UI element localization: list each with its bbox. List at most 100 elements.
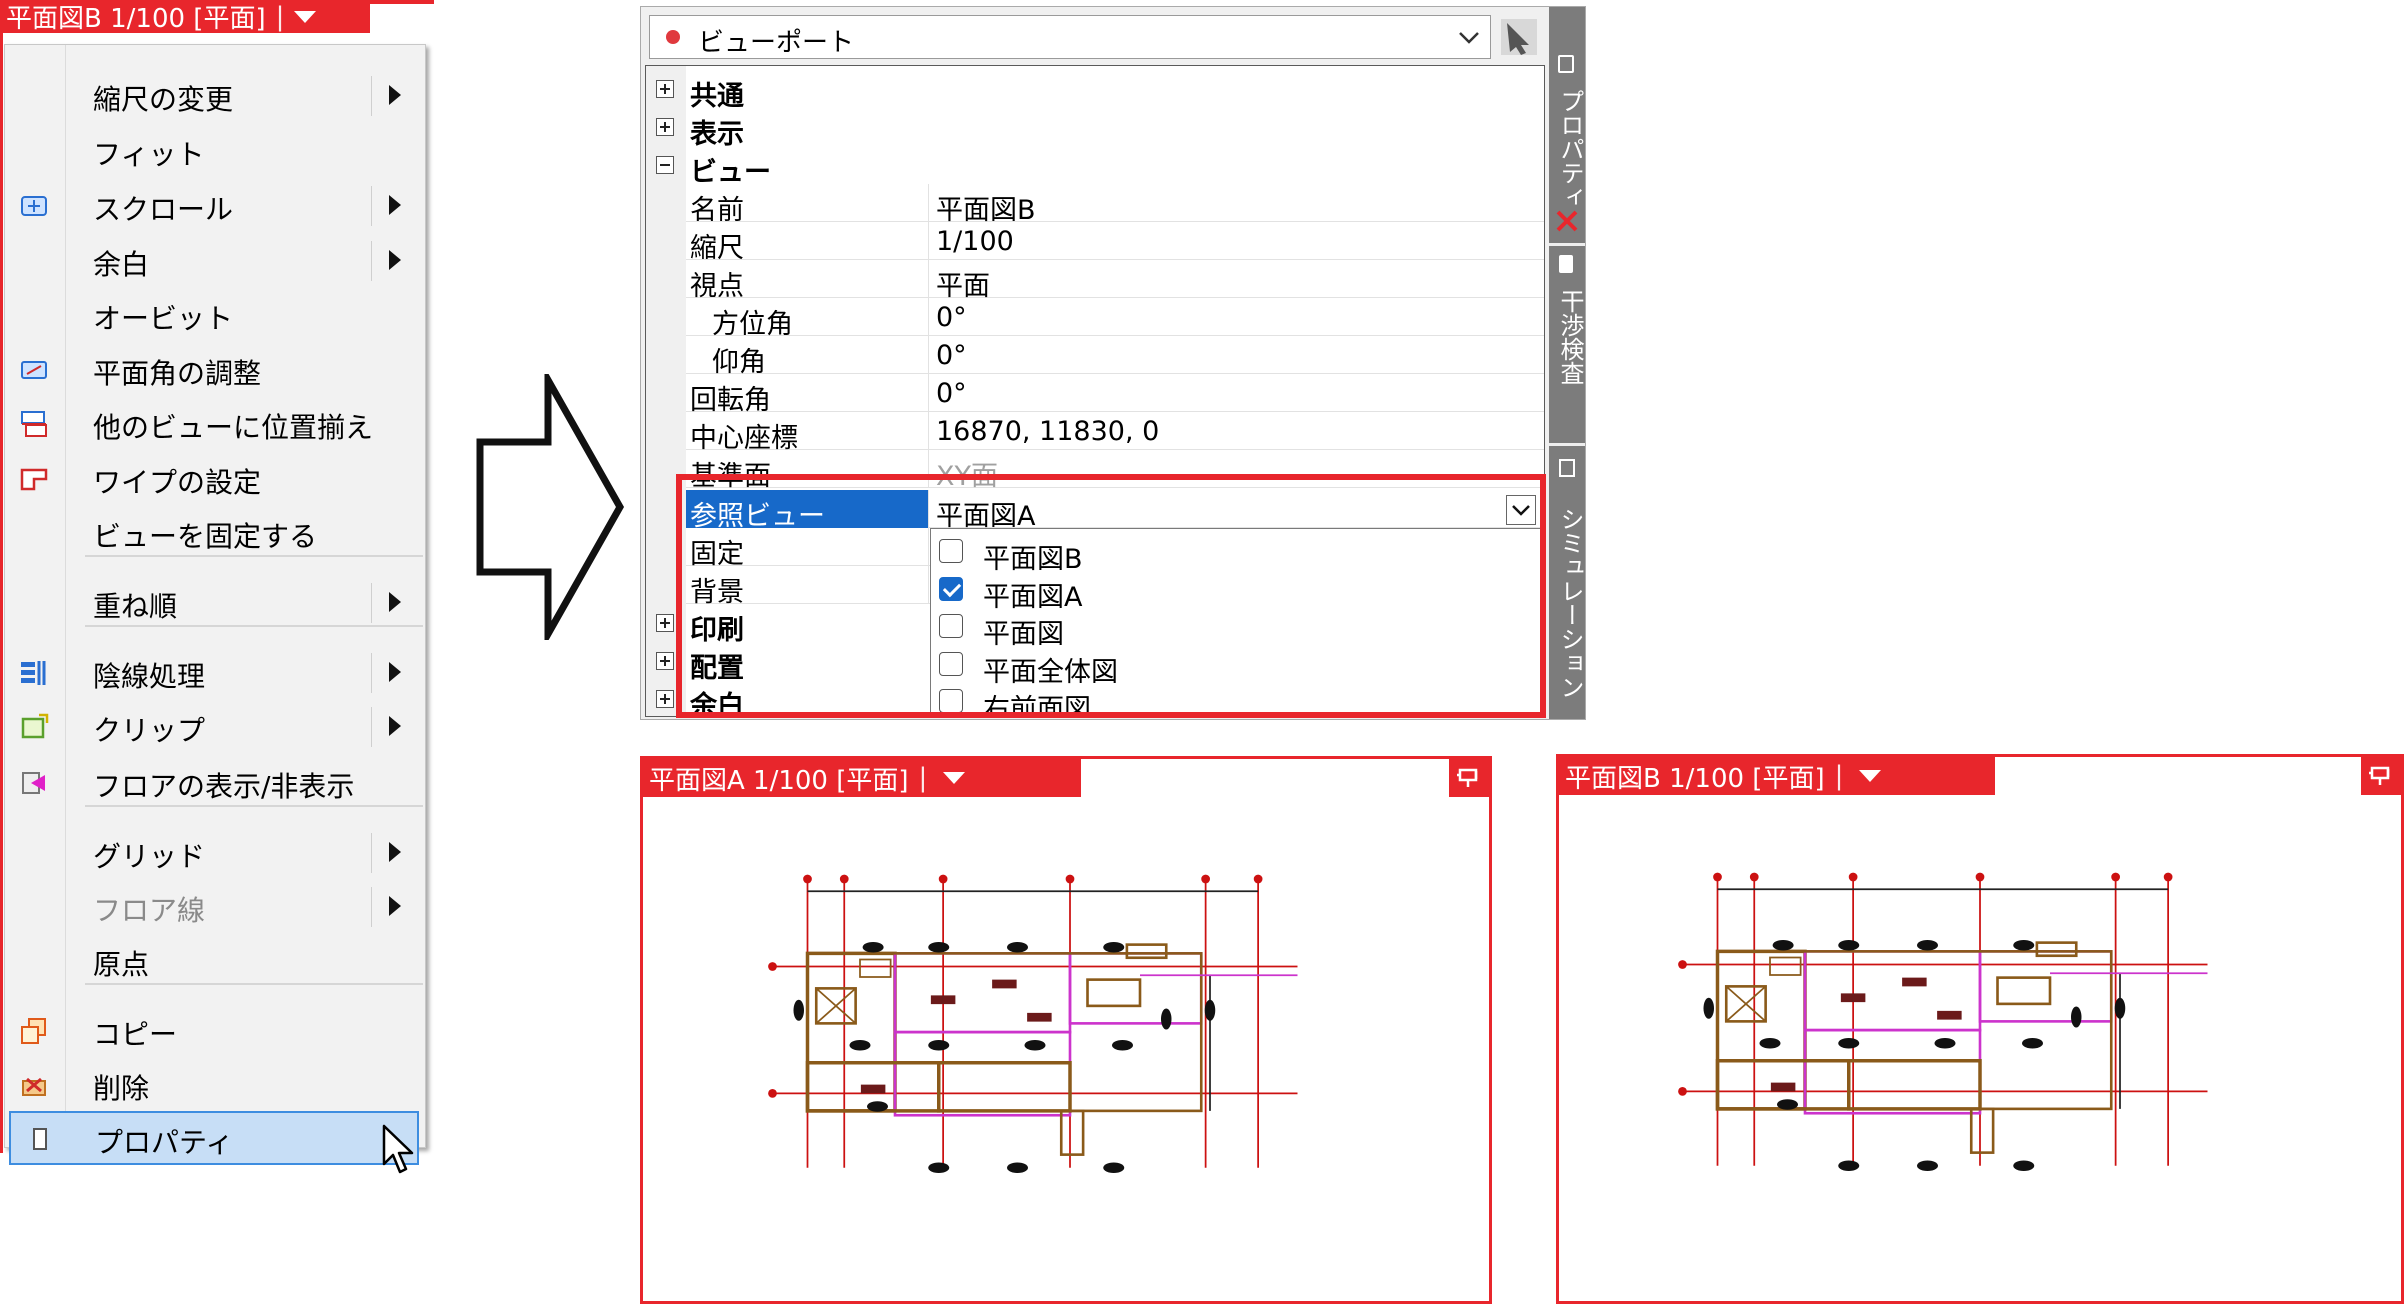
menu-item-label: 重ね順 [93, 590, 178, 623]
view-title: 平面図B 1/100 [平面] [1565, 763, 1825, 794]
menu-item-label: 縮尺の変更 [93, 83, 234, 116]
menu-item-origin[interactable]: 原点 [5, 935, 423, 987]
view-tab-separator: | [275, 1, 285, 32]
property-row[interactable]: 仰角 0° [646, 336, 1544, 378]
menu-item-copy[interactable]: コピー [5, 1005, 423, 1057]
menu-item-hidden-line[interactable]: 陰線処理 [5, 647, 423, 699]
menu-item-label: 余白 [93, 248, 150, 281]
property-row[interactable]: 縮尺 1/100 [646, 222, 1544, 264]
property-row[interactable]: 中心座標 16870, 11830, 0 [646, 412, 1544, 454]
menu-item-fit[interactable]: フィット [5, 125, 423, 177]
view-tab-left[interactable]: 平面図B 1/100 [平面] | [0, 0, 434, 34]
chevron-right-icon [389, 195, 401, 215]
menu-item-clip[interactable]: クリップ [5, 701, 423, 753]
property-value[interactable]: 0° [936, 340, 967, 371]
property-value[interactable]: 1/100 [936, 226, 1014, 257]
menu-item-label: クリップ [93, 714, 206, 747]
menu-separator [85, 625, 423, 627]
chevron-down-icon[interactable] [1458, 28, 1480, 46]
chevron-down-icon[interactable] [943, 772, 966, 784]
chevron-right-icon [389, 716, 401, 736]
column-divider [928, 260, 929, 298]
property-row[interactable]: 方位角 0° [646, 298, 1544, 340]
property-value[interactable]: 0° [936, 378, 967, 409]
expand-icon[interactable] [656, 690, 674, 708]
view-tab-separator: | [918, 763, 928, 793]
menu-item-label: オービット [93, 302, 234, 335]
property-category[interactable]: 表示 [646, 108, 1544, 150]
menu-item-scale[interactable]: 縮尺の変更 [5, 70, 423, 122]
pin-button[interactable] [2361, 757, 2401, 795]
menu-item-label: グリッド [93, 840, 206, 873]
property-category[interactable]: 共通 [646, 70, 1544, 112]
view-window-a[interactable]: 平面図A 1/100 [平面] | [640, 756, 1492, 1304]
property-row[interactable]: 視点 平面 [646, 260, 1544, 302]
wipe-icon [19, 465, 49, 493]
view-tab-bar[interactable]: 平面図B 1/100 [平面] | [1559, 757, 1995, 795]
menu-item-align-views[interactable]: 他のビューに位置揃え [5, 398, 423, 450]
submenu-divider [371, 833, 372, 873]
menu-item-label: スクロール [93, 193, 234, 226]
close-icon[interactable] [1555, 209, 1579, 233]
menu-item-orbit[interactable]: オービット [5, 289, 423, 341]
chevron-right-icon [389, 85, 401, 105]
menu-item-label: 削除 [93, 1072, 150, 1105]
collapse-icon[interactable] [656, 156, 674, 174]
side-tab-strip: プロパティ 干渉検査 シミュレーション [1549, 7, 1585, 719]
chevron-down-icon[interactable] [1859, 770, 1882, 782]
chevron-right-icon [389, 662, 401, 682]
view-tab-separator: | [1834, 761, 1844, 791]
side-tab-properties[interactable]: プロパティ [1553, 89, 1588, 209]
select-pointer-icon[interactable] [1499, 17, 1539, 57]
view-tab-title: 平面図B 1/100 [平面] [6, 4, 266, 34]
view-window-b[interactable]: 平面図B 1/100 [平面] | [1556, 754, 2404, 1304]
chevron-down-icon[interactable] [294, 10, 317, 23]
submenu-divider [371, 653, 372, 693]
expand-icon[interactable] [656, 614, 674, 632]
menu-item-label: フロアの表示/非表示 [93, 770, 355, 803]
property-value[interactable]: 16870, 11830, 0 [936, 416, 1159, 447]
menu-item-delete[interactable]: 削除 [5, 1059, 423, 1111]
menu-item-margin[interactable]: 余白 [5, 235, 423, 287]
view-left-border [0, 33, 3, 1153]
property-row[interactable]: 回転角 0° [646, 374, 1544, 416]
plane-angle-icon [19, 356, 49, 384]
menu-item-label: ビューを固定する [93, 520, 318, 553]
menu-item-label: ワイプの設定 [93, 466, 262, 499]
menu-item-scroll[interactable]: スクロール [5, 180, 423, 232]
viewport-icon [666, 30, 680, 44]
menu-item-lock-view[interactable]: ビューを固定する [5, 507, 423, 559]
column-divider [928, 374, 929, 412]
floor-plan-drawing [768, 874, 1298, 1173]
delete-icon [19, 1071, 49, 1099]
pin-button[interactable] [1449, 759, 1489, 797]
menu-item-wipe[interactable]: ワイプの設定 [5, 453, 423, 505]
side-tab-simulation[interactable]: シミュレーション [1553, 507, 1588, 699]
menu-item-plane-angle[interactable]: 平面角の調整 [5, 344, 423, 396]
properties-icon [25, 1125, 55, 1153]
pin-icon [2369, 766, 2390, 785]
chevron-right-icon [389, 842, 401, 862]
property-category[interactable]: ビュー [646, 146, 1544, 188]
view-tab-bar[interactable]: 平面図B 1/100 [平面] | [0, 0, 370, 34]
column-divider [928, 222, 929, 260]
expand-icon[interactable] [656, 652, 674, 670]
expand-icon[interactable] [656, 118, 674, 136]
side-tab-clash-check[interactable]: 干渉検査 [1553, 289, 1588, 385]
menu-item-floor-visibility[interactable]: フロアの表示/非表示 [5, 757, 423, 809]
copy-icon [19, 1017, 49, 1045]
menu-item-label: 原点 [93, 948, 150, 981]
property-row[interactable]: 名前 平面図B [646, 184, 1544, 226]
clip-icon [19, 713, 49, 741]
menu-item-stacking-order[interactable]: 重ね順 [5, 577, 423, 629]
column-divider [928, 298, 929, 336]
view-tab-bar[interactable]: 平面図A 1/100 [平面] | [643, 759, 1081, 797]
object-type-combo[interactable]: ビューポート [649, 15, 1491, 59]
side-tab-divider [1549, 443, 1585, 446]
expand-icon[interactable] [656, 80, 674, 98]
chevron-right-icon [389, 592, 401, 612]
mouse-cursor-icon [382, 1124, 414, 1174]
property-value[interactable]: 0° [936, 302, 967, 333]
menu-item-grid[interactable]: グリッド [5, 827, 423, 879]
menu-item-properties[interactable]: プロパティ [9, 1111, 419, 1165]
